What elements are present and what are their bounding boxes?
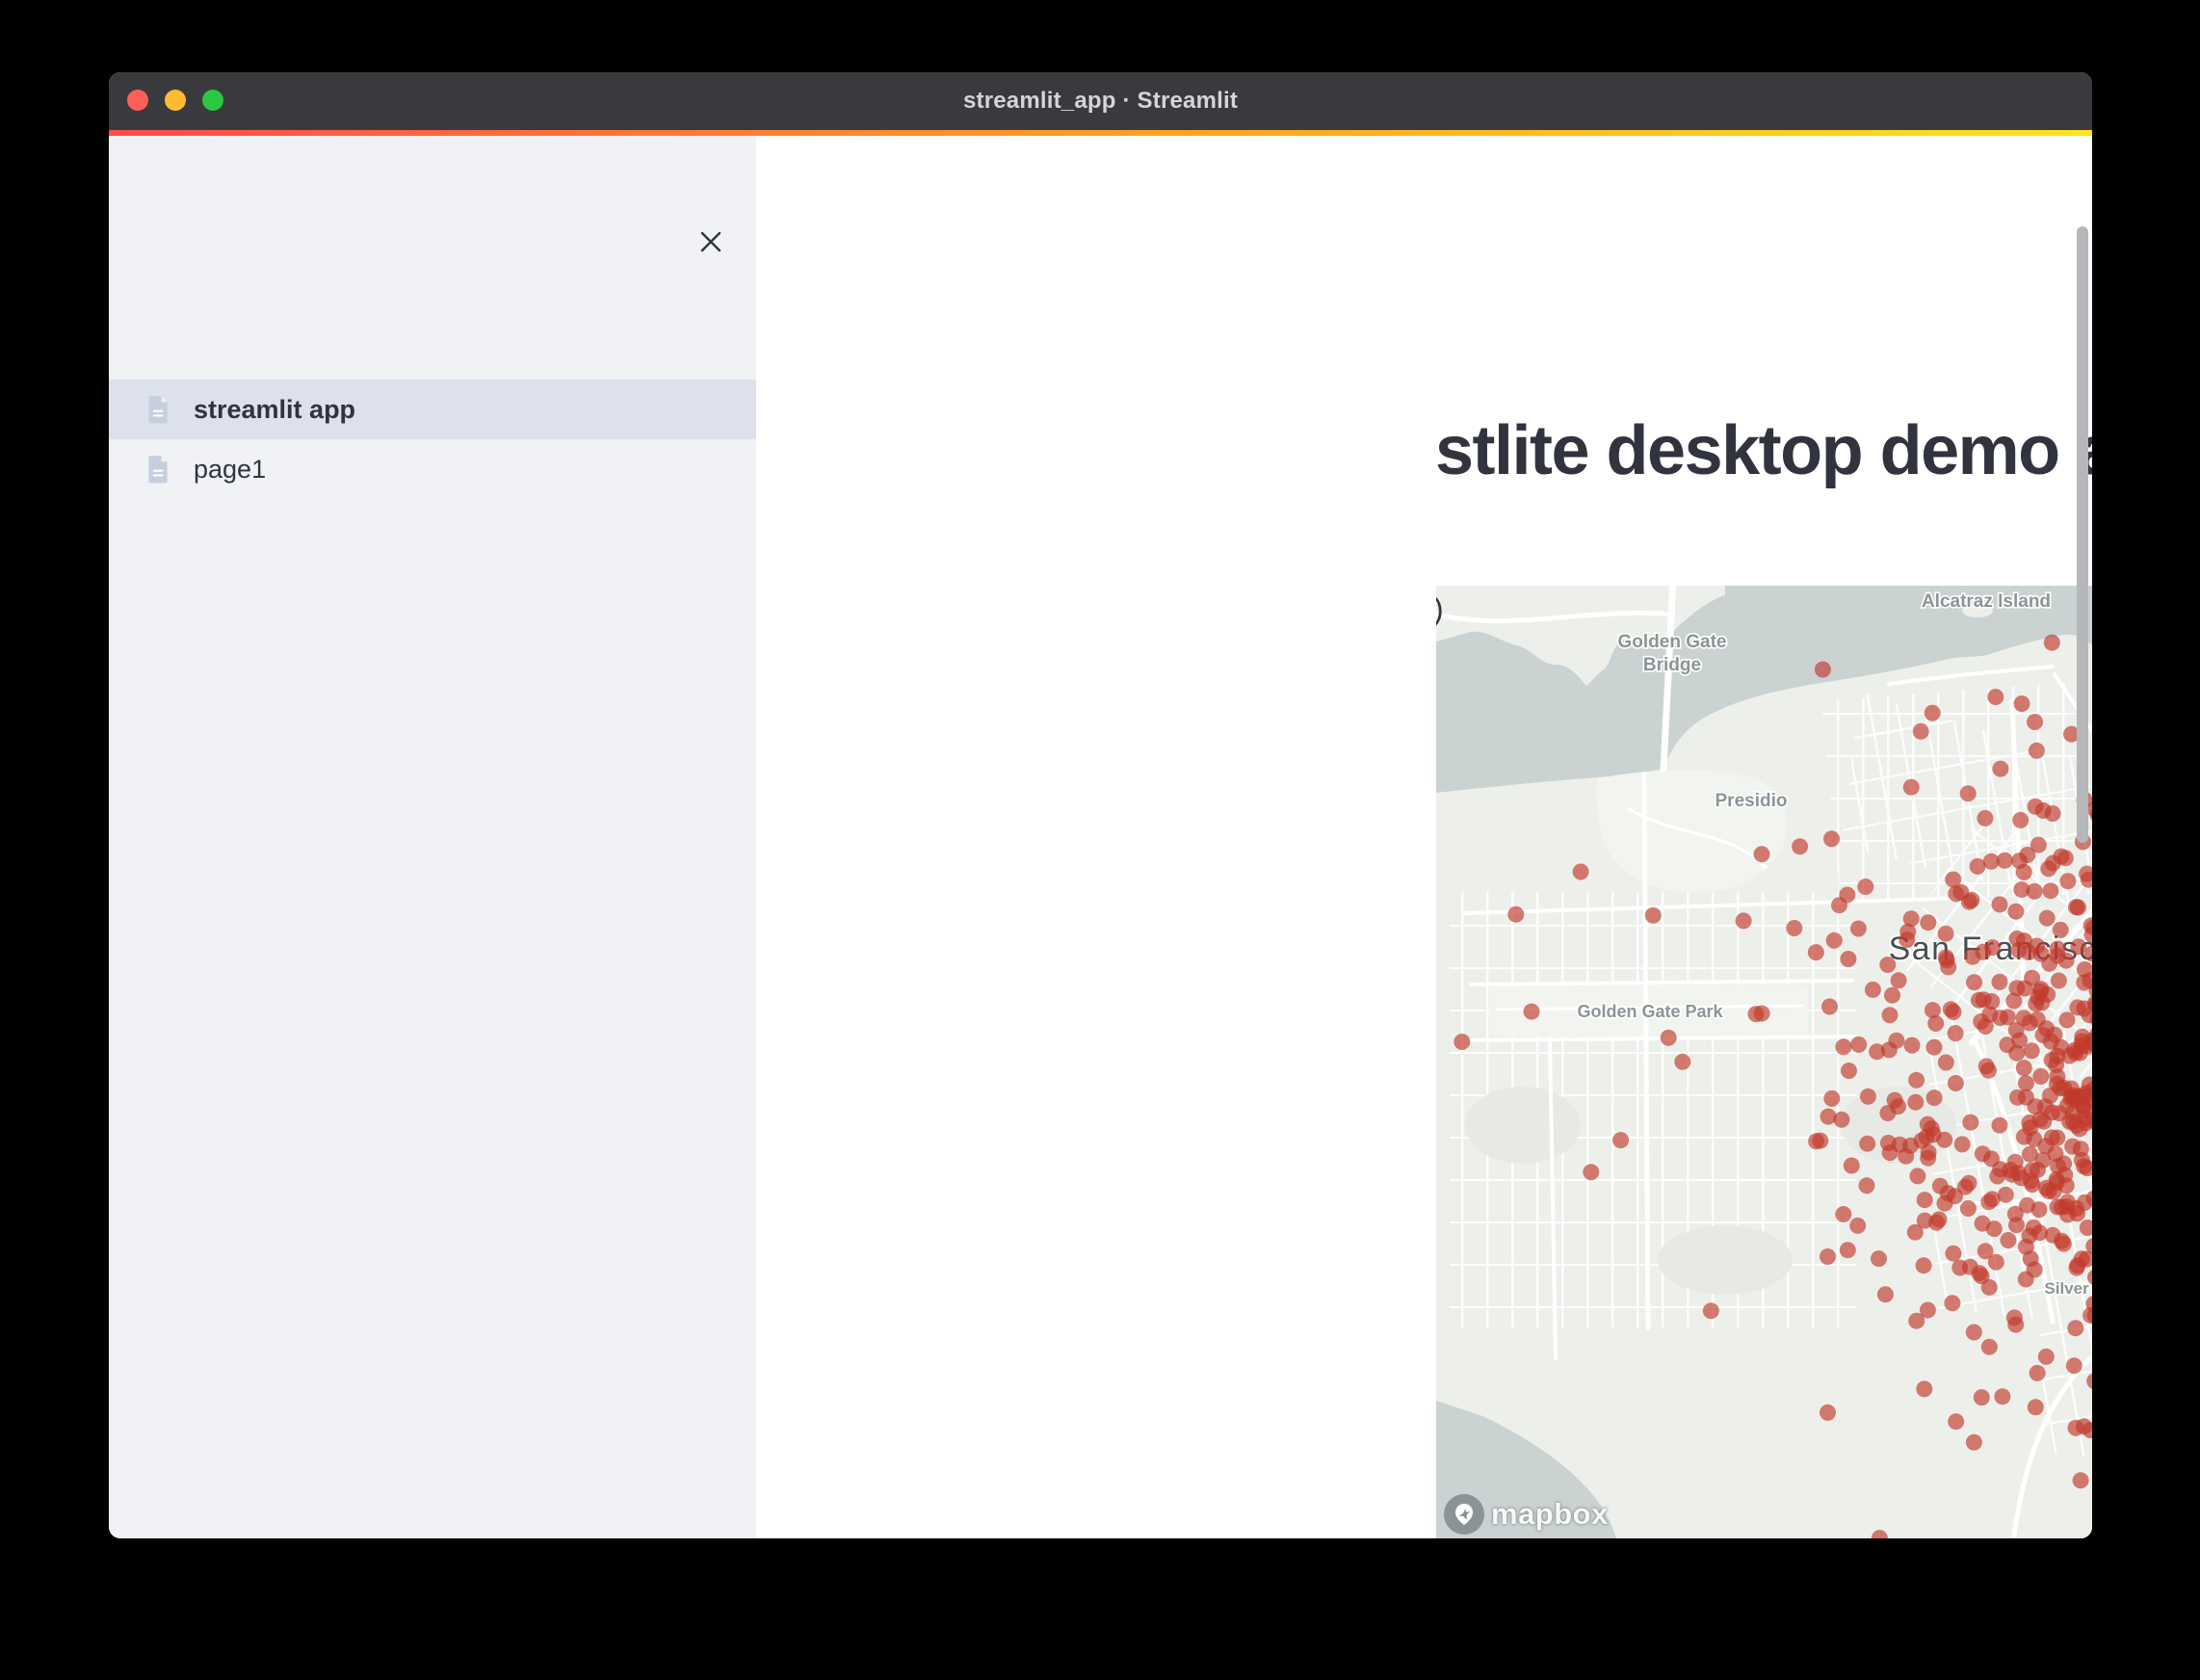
page-title: stlite desktop demo app [1435,409,2092,492]
mapbox-wordmark: mapbox [1491,1497,1609,1532]
minimize-window-button[interactable] [165,90,186,111]
svg-text:Silver Terrace: Silver Terrace [2044,1279,2092,1298]
sidebar-item-streamlit-app[interactable]: streamlit app [109,380,756,439]
map-canvas[interactable]: Alcatraz IslandGolden GateBridgePresidio… [1436,586,2092,1538]
mapbox-basemap: Alcatraz IslandGolden GateBridgePresidio… [1436,586,2092,1538]
sidebar: streamlit app page1 [109,136,756,1538]
sidebar-nav: streamlit app page1 [109,380,756,499]
sidebar-close-button[interactable] [693,224,729,261]
main-content: stlite desktop demo app [756,136,2092,1538]
stray-text: ) [1436,591,1444,627]
traffic-lights [127,90,223,111]
desktop-background: streamlit_app · Streamlit streamlit app p… [0,0,2200,1680]
svg-text:Presidio: Presidio [1715,791,1788,811]
close-window-button[interactable] [127,90,148,111]
sidebar-item-label: streamlit app [194,395,355,425]
document-icon [146,455,170,484]
zoom-window-button[interactable] [202,90,223,111]
app-window: streamlit_app · Streamlit streamlit app p… [109,72,2092,1538]
window-title: streamlit_app · Streamlit [963,88,1238,115]
scrollbar-thumb[interactable] [2077,226,2088,843]
window-titlebar[interactable]: streamlit_app · Streamlit [109,72,2092,130]
close-icon [698,229,723,257]
svg-text:Alcatraz Island: Alcatraz Island [1922,591,2051,612]
sidebar-item-label: page1 [194,455,266,485]
document-icon [146,395,170,424]
svg-text:Golden Gate Park: Golden Gate Park [1577,1002,1723,1021]
mapbox-pin-icon [1444,1494,1484,1535]
mapbox-logo[interactable]: mapbox [1444,1494,1609,1535]
sidebar-item-page1[interactable]: page1 [109,439,756,499]
